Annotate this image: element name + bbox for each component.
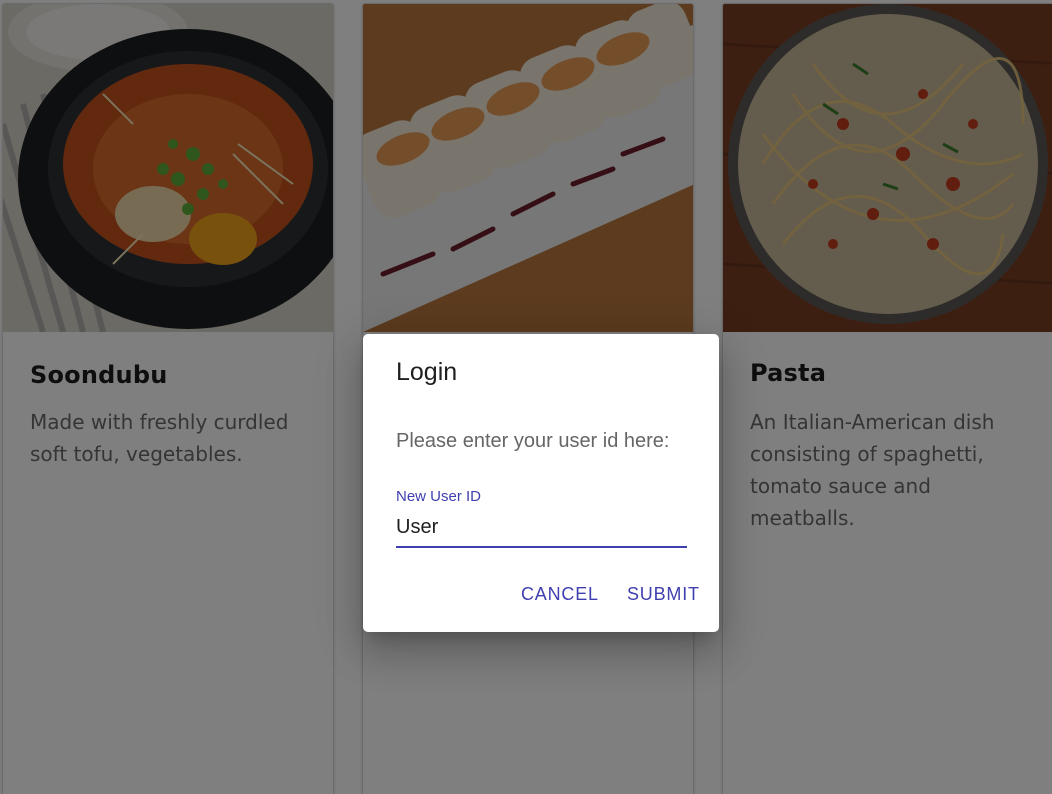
- login-dialog: Login Please enter your user id here: Ne…: [363, 334, 719, 632]
- cancel-button[interactable]: CANCEL: [521, 584, 599, 605]
- page: Soondubu Made with freshly curdled soft …: [0, 0, 1052, 794]
- user-id-input[interactable]: [396, 508, 687, 548]
- user-id-field-label: New User ID: [396, 488, 482, 505]
- dialog-title: Login: [396, 358, 458, 386]
- submit-button[interactable]: SUBMIT: [627, 584, 700, 605]
- dialog-prompt: Please enter your user id here:: [396, 430, 670, 452]
